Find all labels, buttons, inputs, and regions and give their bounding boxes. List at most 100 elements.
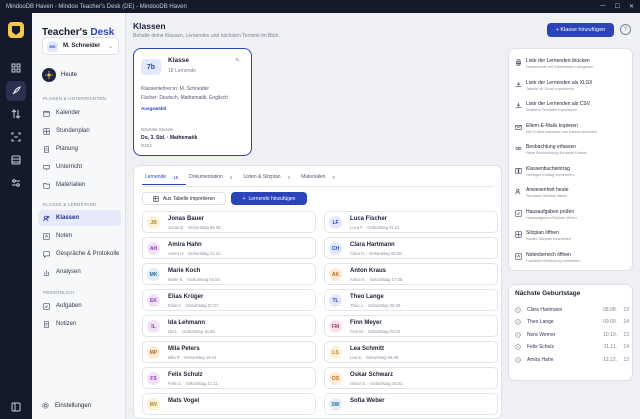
pencil-icon[interactable]: ✎ — [235, 57, 240, 64]
action-subtitle: Neue Beobachtung für diese Klasse — [526, 151, 587, 155]
student-card[interactable]: OS Oskar Schwarz Oskar S. · Geburtstag 15.… — [324, 367, 498, 389]
student-card[interactable]: FM Finn Meyer Finn M. · Geburtstag 03.03. — [324, 315, 498, 337]
student-name: Finn Meyer — [350, 320, 382, 326]
sidebar-item-kalender[interactable]: Kalender — [38, 105, 121, 121]
import-button[interactable]: Aus Tabelle importieren — [142, 192, 226, 205]
birthday-row[interactable]: Nora Werner 10.10. 13 — [515, 329, 629, 340]
student-card[interactable]: SW Sofia Weber — [324, 393, 498, 415]
grade-icon — [43, 232, 50, 240]
birthday-date: 12.12. — [603, 356, 617, 363]
table-icon — [153, 195, 159, 202]
sidebar-item-einstellungen[interactable]: Einstellungen — [42, 402, 91, 409]
action-subtitle: Alle E-Mail-Adressen der Klasse sammeln — [526, 129, 597, 134]
gear-icon — [42, 402, 49, 409]
student-card[interactable]: FS Felix Schulz Felix S. · Geburtstag 11.1… — [142, 367, 316, 389]
student-card[interactable]: MV Mats Vogel — [142, 393, 316, 415]
sidebar-item-stundenplan[interactable]: Stundenplan — [38, 123, 121, 139]
avatar: SW — [329, 398, 342, 411]
check-icon — [515, 209, 522, 217]
student-card[interactable]: MK Marie Koch Marie K. · Geburtstag 04.04. — [142, 263, 316, 285]
sidebar-item-klassen[interactable]: Klassen — [38, 210, 121, 226]
tab-lernende[interactable]: Lernende 18 — [142, 174, 187, 185]
section-label-planen: PLANEN & UNTERRICHTEN — [43, 96, 107, 101]
action-item[interactable]: Liste der Lernenden als CSV Einfache Text… — [515, 100, 629, 120]
action-item[interactable]: Liste der Lernenden als XLSX Tabelle für … — [515, 79, 629, 99]
sidebar-item-materialien[interactable]: Materialien — [38, 177, 121, 193]
download-icon — [515, 81, 522, 87]
action-title: Sitzplan öffnen — [526, 230, 559, 236]
rail-panel-icon[interactable] — [6, 397, 26, 417]
student-name: Lea Schmitt — [350, 346, 385, 352]
sidebar-item-heute[interactable]: Heute — [42, 68, 77, 82]
rail-transfer-icon[interactable] — [6, 104, 26, 124]
rail-dashboard-icon[interactable] — [6, 58, 26, 78]
add-student-button[interactable]: + Lernende hinzufügen — [231, 192, 307, 205]
grade-icon — [515, 252, 522, 260]
avatar: MP — [147, 346, 160, 359]
checkbox-icon — [43, 302, 50, 310]
sidebar-item-aufgaben[interactable]: Aufgaben — [38, 298, 121, 314]
chart-icon — [43, 269, 50, 276]
action-item[interactable]: Hausaufgaben prüfen Hausaufgaben-Sitzlist… — [515, 208, 629, 228]
student-card[interactable]: AK Anton Kraus Anton K. · Geburtstag 17.05… — [324, 263, 498, 285]
birthday-row[interactable]: Theo Lange 09.09. 14 — [515, 317, 629, 328]
action-item[interactable]: Beobachtung erfassen Neue Beobachtung für… — [515, 143, 629, 163]
student-card[interactable]: LS Lea Schmitt Lea S. · Geburtstag 06.06. — [324, 341, 498, 363]
add-class-button[interactable]: + Klasse hinzufügen — [547, 23, 614, 37]
tab-materialien[interactable]: Materialien 0 — [298, 174, 343, 185]
section-label-persoenlich: PERSÖNLICH — [43, 290, 75, 295]
actions-panel: Liste der Lernenden drucken Namensliste m… — [508, 48, 633, 271]
mail-icon — [515, 124, 522, 130]
tab-dokumentation[interactable]: Dokumentation 3 — [186, 174, 240, 185]
sidebar-item-unterricht[interactable]: Unterricht — [38, 159, 121, 175]
sidebar-item-gespraeche[interactable]: Gespräche & Protokolle — [38, 246, 121, 262]
action-item[interactable]: Liste der Lernenden drucken Namensliste m… — [515, 57, 629, 77]
class-card[interactable]: 7b Klasse 18 Lernende ✎ Klassenlehrer:in… — [133, 48, 252, 156]
sidebar-item-noten[interactable]: Noten — [38, 228, 121, 244]
page-title: Klassen — [133, 21, 166, 31]
tab-listen-sitzplan[interactable]: Listen & Sitzplan 3 — [240, 174, 298, 185]
sidebar-item-analysen[interactable]: Analysen — [38, 264, 121, 280]
close-icon[interactable]: ✕ — [629, 3, 634, 10]
student-card[interactable]: TL Theo Lange Theo L. · Geburtstag 09.09. — [324, 289, 498, 311]
app-logo-icon — [8, 22, 24, 38]
cake-icon — [515, 356, 521, 363]
user-name: M. Schneider — [63, 43, 101, 49]
action-title: Eltern-E-Mails kopieren — [526, 122, 578, 129]
action-item[interactable]: Notenbereich öffnen Fachliche Bewertung b… — [515, 251, 629, 271]
student-card[interactable]: EK Elias Krüger Elias K. · Geburtstag 07.0… — [142, 289, 316, 311]
rail-rocket-icon[interactable] — [6, 81, 26, 101]
window-title: MindooDB Haven - Mindoo Teacher's Desk (… — [6, 3, 187, 10]
minimize-icon[interactable]: — — [600, 3, 606, 10]
maximize-icon[interactable]: ☐ — [615, 3, 620, 10]
birthday-row[interactable]: Clara Hartmann 08.08. 13 — [515, 304, 629, 315]
help-icon[interactable]: ? — [620, 24, 631, 35]
action-item[interactable]: Klassenbucheintrag Heutigen Eintrag vorbe… — [515, 165, 629, 185]
birthday-days: 14 — [623, 319, 629, 325]
rail-scan-icon[interactable] — [6, 127, 26, 147]
rail-sliders-icon[interactable] — [6, 173, 26, 193]
birthday-row[interactable]: Felix Schulz 11.11. 14 — [515, 342, 629, 353]
action-item[interactable]: Eltern-E-Mails kopieren Alle E-Mail-Adres… — [515, 122, 629, 142]
user-switcher[interactable]: MS M. Schneider ⌄ — [42, 37, 119, 55]
action-item[interactable]: Anwesenheit heute Standard-Sitzliste öffn… — [515, 186, 629, 206]
avatar: EK — [147, 294, 160, 307]
action-subtitle: Einfache Textdatei exportieren — [526, 108, 578, 112]
student-name: Marie Koch — [168, 268, 201, 274]
student-card[interactable]: JB Jonas Bauer Jonas B. · Geburtstag 05.05… — [142, 211, 316, 233]
rail-database-icon[interactable] — [6, 150, 26, 170]
sidebar: Teacher's Desk MS M. Schneider ⌄ Heute P… — [32, 13, 126, 419]
action-item[interactable]: Sitzplan öffnen Raster-Sitzplan bearbeite… — [515, 229, 629, 249]
student-card[interactable]: IL Ida Lehmann Ida L. · Geburtstag 18.05. — [142, 315, 316, 337]
student-card[interactable]: CH Clara Hartmann Clara H. · Geburtstag 08… — [324, 237, 498, 259]
student-meta: Amira H. · Geburtstag 12.12. — [168, 251, 222, 256]
student-card[interactable]: LF Luca Fischer Luca F. · Geburtstag 01.01… — [324, 211, 498, 233]
class-student-count: 18 Lernende — [168, 68, 197, 74]
birthday-row[interactable]: Amira Hahn 12.12. 13 — [515, 354, 629, 365]
action-subtitle: Heutigen Eintrag vorbereiten — [526, 172, 575, 177]
app-rail — [0, 13, 32, 419]
student-card[interactable]: AH Amira Hahn Amira H. · Geburtstag 12.12. — [142, 237, 316, 259]
student-card[interactable]: MP Mila Peters Mila P. · Geburtstag 16.04. — [142, 341, 316, 363]
sidebar-item-notizen[interactable]: Notizen — [38, 316, 121, 332]
sidebar-item-planung[interactable]: Planung — [38, 141, 121, 157]
